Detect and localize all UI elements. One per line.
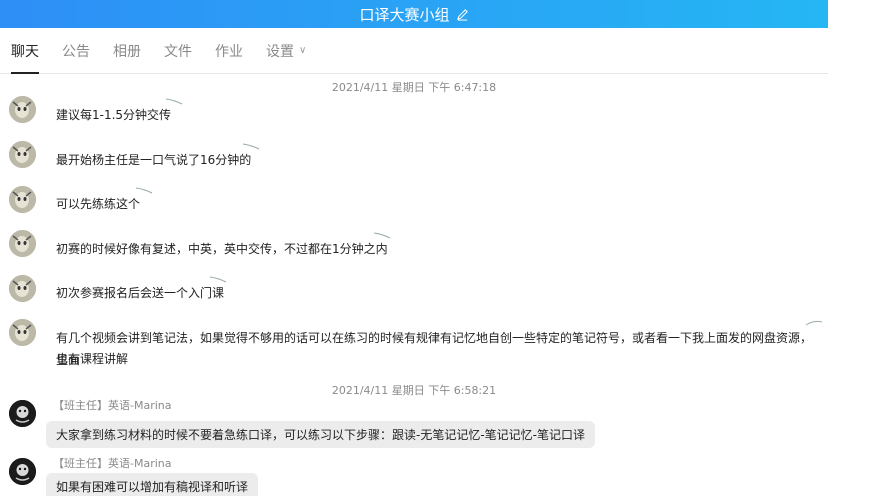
group-title-bar: 口译大赛小组 [0,0,828,28]
avatar[interactable] [9,319,36,346]
tab-settings[interactable]: 设置 ∨ [266,28,306,74]
message-bubble: 如果有困难可以增加有稿视译和听译 [46,473,259,496]
group-title[interactable]: 口译大赛小组 [359,4,449,25]
tab-bar: 聊天 公告 相册 文件 作业 设置 ∨ [0,28,828,74]
tab-announcements[interactable]: 公告 [62,28,90,74]
tab-chat[interactable]: 聊天 [11,28,39,74]
chevron-down-icon: ∨ [299,45,307,56]
message-bubble: 大家拿到练习材料的时候不要着急练口译，可以练习以下步骤：跟读-无笔记记忆-笔记记… [46,421,595,448]
edit-pencil-icon[interactable] [456,8,469,21]
tab-homework[interactable]: 作业 [215,28,243,74]
bubble-tail-icon [165,98,183,105]
bubble-tail-icon [805,320,823,326]
avatar[interactable] [9,400,36,427]
timestamp: 2021/4/11 星期日 下午 6:58:21 [331,384,497,397]
avatar[interactable] [9,141,36,168]
sender-name[interactable]: 【班主任】英语-Marina [53,397,172,413]
tab-album[interactable]: 相册 [113,28,141,74]
message-text: 可以先练练这个 [56,197,141,211]
avatar[interactable] [9,230,36,257]
bubble-tail-icon [373,232,391,239]
avatar[interactable] [9,96,36,123]
bubble-tail-icon [135,187,153,194]
bubble-tail-icon [209,276,227,283]
tab-files[interactable]: 文件 [164,28,192,74]
avatar[interactable] [9,275,36,302]
sender-name[interactable]: 【班主任】英语-Marina [53,455,172,471]
bubble-tail-icon [242,143,260,150]
message-text: 建议每1-1.5分钟交传 [56,108,172,122]
message-text-continued: 也有课程讲解 [56,352,129,366]
avatar[interactable] [9,186,36,213]
message-text: 初次参赛报名后会送一个入门课 [56,286,225,300]
message-text: 初赛的时候好像有复述，中英，英中交传，不过都在1分钟之内 [56,242,388,256]
timestamp: 2021/4/11 星期日 下午 6:47:18 [331,81,497,94]
avatar[interactable] [9,458,36,485]
message-text: 最开始杨主任是一口气说了16分钟的 [56,153,252,167]
